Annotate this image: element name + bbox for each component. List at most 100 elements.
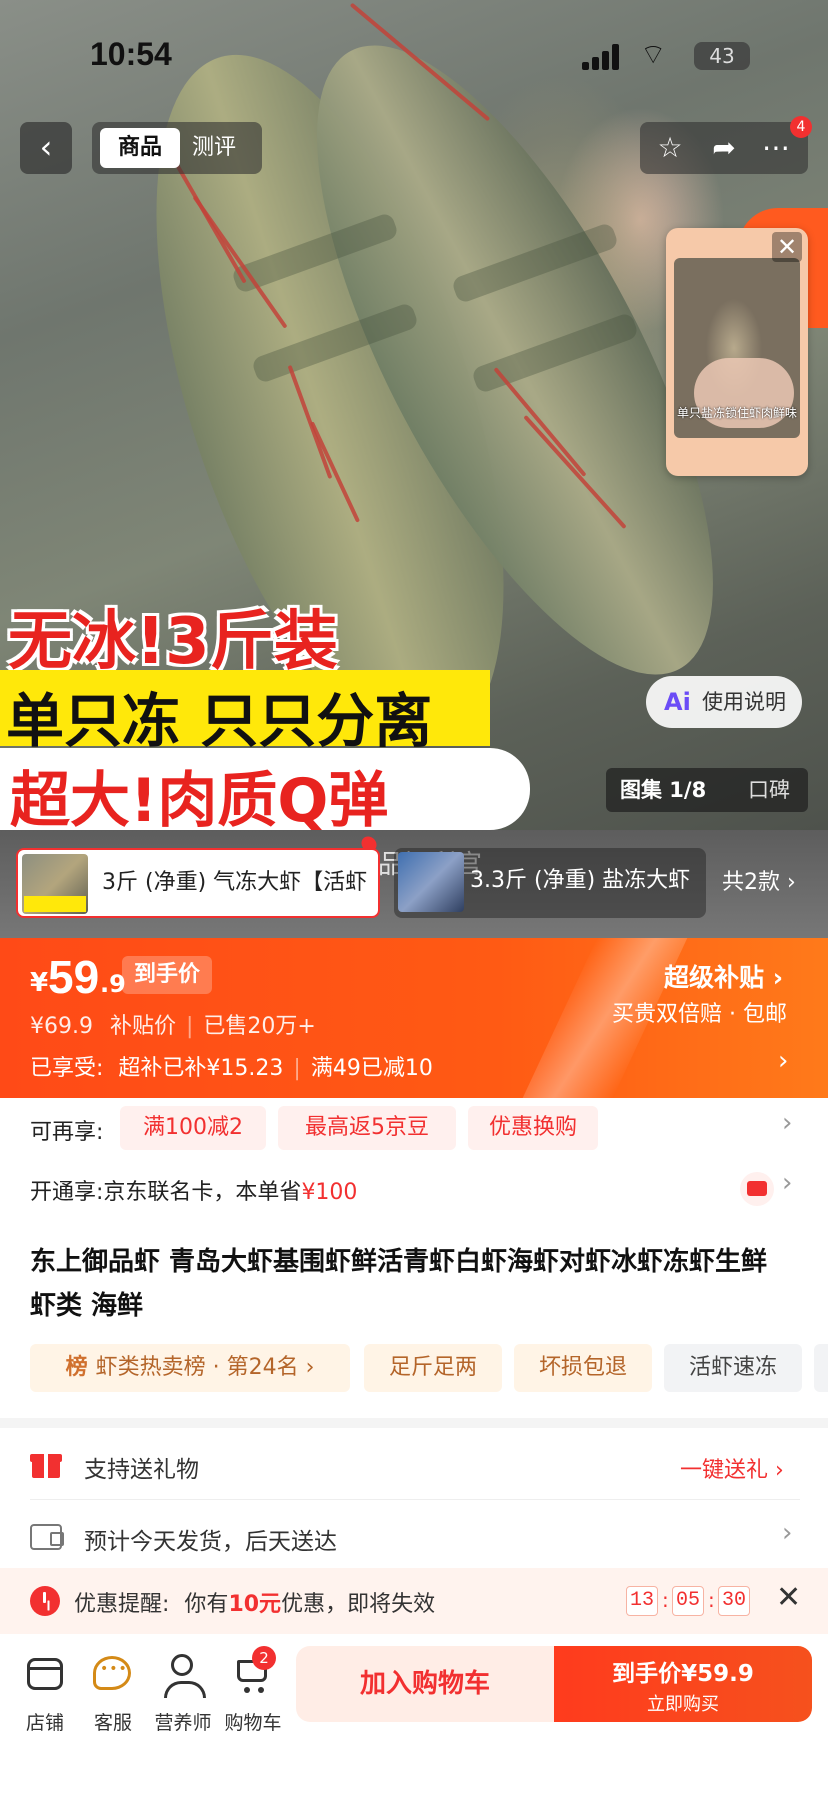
status-bar: 10:54 ⌔ 43: [0, 0, 828, 110]
buy-now-price: 到手价¥59.9: [612, 1661, 754, 1687]
cart-badge: 2: [252, 1646, 276, 1670]
chevron-left-icon: ‹: [39, 128, 53, 166]
store-button[interactable]: 店铺: [10, 1654, 80, 1735]
tab-product[interactable]: 商品: [100, 128, 180, 168]
customer-service-label: 客服: [93, 1712, 132, 1734]
variant-label: 3斤 (净重) 气冻大虾【活虾: [102, 870, 368, 895]
promo-line-3: 超大!肉质Q弹: [10, 766, 389, 836]
chevron-right-icon[interactable]: ›: [782, 1168, 792, 1198]
delivery-estimate[interactable]: 预计今天发货，后天送达: [84, 1522, 337, 1556]
offers-label: 可再享:: [30, 1120, 104, 1145]
close-icon[interactable]: ✕: [772, 232, 802, 262]
reminder-text: 优惠提醒: 你有10元优惠，即将失效: [74, 1586, 435, 1618]
membership-row[interactable]: 开通享:京东联名卡，本单省¥100: [30, 1174, 357, 1206]
cart-button[interactable]: 购物车: [218, 1654, 288, 1735]
coupon-chip[interactable]: 满100减2: [120, 1106, 266, 1150]
customer-service-icon: [93, 1656, 131, 1690]
gallery-reviews-tab[interactable]: 口碑: [748, 768, 790, 812]
reminder-text-b: 优惠，即将失效: [281, 1592, 436, 1617]
tab-review[interactable]: 测评: [192, 128, 236, 168]
original-price-label: 补贴价: [109, 1014, 176, 1039]
chevron-right-icon[interactable]: ›: [782, 1518, 792, 1548]
back-button[interactable]: ‹: [20, 122, 72, 174]
status-time: 10:54: [90, 36, 172, 72]
countdown-hours: 13: [626, 1586, 658, 1616]
chevron-right-icon[interactable]: ›: [778, 1046, 788, 1076]
variant-thumbnail: [398, 852, 464, 912]
sold-count: 已售20万+: [203, 1014, 316, 1039]
reminder-amount: 10元: [228, 1592, 282, 1617]
feature-tag: 足斤足两: [364, 1344, 502, 1392]
variant-option[interactable]: 3.3斤 (净重) 盐冻大虾: [394, 848, 706, 918]
gift-support-text[interactable]: 支持送礼物: [84, 1450, 199, 1484]
final-price-tag: 到手价: [122, 956, 213, 994]
signal-icon: [582, 44, 622, 70]
cart-label: 购物车: [224, 1712, 282, 1734]
coupon-chip[interactable]: 优惠换购: [468, 1106, 598, 1150]
price-currency: ¥: [30, 968, 49, 998]
coupon-chip[interactable]: 最高返5京豆: [278, 1106, 456, 1150]
enjoyed-discounts[interactable]: 已享受: 超补已补¥15.23 | 满49已减10: [30, 1050, 433, 1082]
enjoyed-prefix: 已享受:: [30, 1056, 104, 1081]
promo-line-2: 单只冻 只只分离: [6, 687, 433, 755]
original-price: ¥69.9: [30, 1014, 93, 1039]
close-icon[interactable]: ✕: [776, 1580, 801, 1615]
header-tabs: 商品 测评: [92, 122, 262, 174]
product-page: 10:54 ⌔ 43 ‹ 商品 测评 ☆ ➦ ⋯ 4 ✕ 单只盐冻锁住虾肉鲜味 …: [0, 0, 828, 1795]
membership-amount: ¥100: [301, 1180, 358, 1205]
ai-guide-button[interactable]: Ai 使用说明: [646, 676, 802, 728]
buy-now-label: 立即购买: [647, 1694, 719, 1715]
countdown-sep: :: [708, 1588, 715, 1612]
price-amount: 59: [48, 951, 100, 1003]
feature-tag: 活虾速冻: [664, 1344, 802, 1392]
reminder-text-a: 你有: [184, 1592, 229, 1617]
star-icon[interactable]: ☆: [650, 128, 690, 168]
send-gift-link[interactable]: 一键送礼 ›: [680, 1452, 784, 1484]
variant-option-selected[interactable]: 3斤 (净重) 气冻大虾【活虾: [16, 848, 380, 918]
divider: [30, 1499, 800, 1500]
nutritionist-label: 营养师: [154, 1712, 212, 1734]
countdown-minutes: 05: [672, 1586, 704, 1616]
price-details: ¥69.9 补贴价 | 已售20万+: [30, 1014, 316, 1039]
rank-icon: 榜: [65, 1355, 88, 1380]
membership-label: 开通享:: [30, 1180, 104, 1205]
store-label: 店铺: [25, 1712, 64, 1734]
clock-icon: [30, 1586, 60, 1616]
price-band: ¥ 59 .9 到手价 ¥69.9 补贴价 | 已售20万+ 已享受: 超补已补¥1…: [0, 938, 828, 1098]
variant-thumbnail: [22, 854, 88, 914]
nutritionist-icon: [164, 1654, 206, 1698]
more-badge: 4: [790, 116, 812, 138]
nutritionist-button[interactable]: 营养师: [148, 1654, 218, 1735]
header-actions: ☆ ➦ ⋯ 4: [640, 116, 812, 174]
customer-service-button[interactable]: 客服: [78, 1654, 148, 1735]
share-icon[interactable]: ➦: [704, 128, 744, 168]
feature-tag-overflow: [814, 1344, 828, 1392]
gallery-counter[interactable]: 图集 1/8: [620, 768, 706, 812]
membership-text: 京东联名卡，本单省: [103, 1180, 302, 1205]
promo-line-1: 无冰!3斤装: [8, 605, 338, 679]
store-icon: [27, 1658, 63, 1690]
floating-video[interactable]: ✕ 单只盐冻锁住虾肉鲜味: [666, 228, 808, 476]
countdown-seconds: 30: [718, 1586, 750, 1616]
super-subsidy-link[interactable]: 超级补贴 ›: [664, 958, 783, 994]
truck-icon: [30, 1524, 64, 1550]
super-subsidy-sub: 买贵双倍赔 · 包邮: [612, 1002, 787, 1027]
gift-icon: [30, 1450, 62, 1478]
ai-icon: Ai: [664, 688, 691, 716]
chevron-right-icon[interactable]: ›: [782, 1108, 792, 1138]
more-icon[interactable]: ⋯: [756, 128, 796, 168]
battery-icon: 43: [694, 42, 750, 70]
enjoyed-discount: 满49已减10: [310, 1056, 433, 1081]
credit-card-icon: [740, 1172, 774, 1206]
ai-guide-label: 使用说明: [702, 690, 786, 714]
add-to-cart-button[interactable]: 加入购物车: [296, 1646, 554, 1722]
feature-tag: 坏损包退: [514, 1344, 652, 1392]
buy-now-button[interactable]: 到手价¥59.9 立即购买: [554, 1646, 812, 1722]
variant-count-link[interactable]: 共2款 ›: [722, 848, 796, 918]
countdown-sep: :: [662, 1588, 669, 1612]
wifi-icon: ⌔: [640, 38, 667, 71]
reminder-prefix: 优惠提醒:: [74, 1592, 170, 1617]
gallery-switch[interactable]: 图集 1/8 口碑: [606, 768, 808, 812]
rank-badge[interactable]: 榜虾类热卖榜 · 第24名 ›: [30, 1344, 350, 1392]
variant-label: 3.3斤 (净重) 盐冻大虾: [470, 868, 691, 893]
